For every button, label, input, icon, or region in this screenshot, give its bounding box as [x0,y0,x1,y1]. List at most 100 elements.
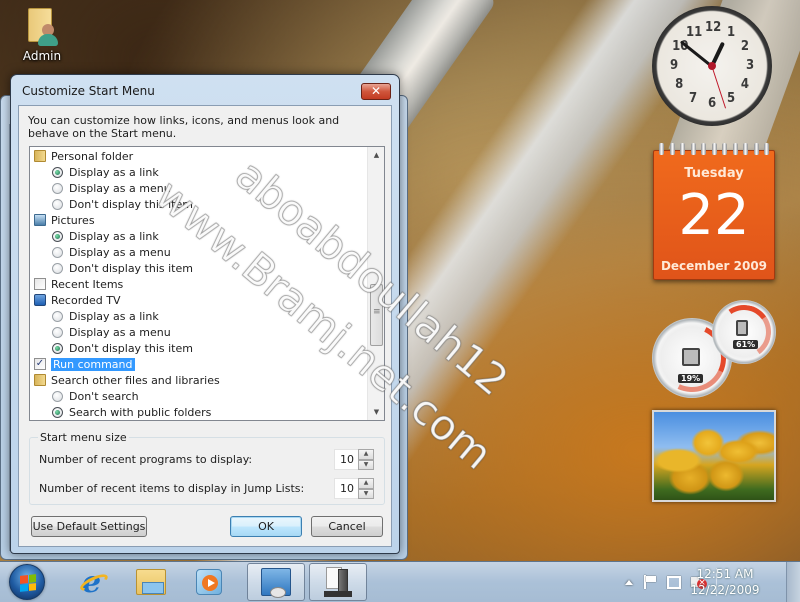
windows-logo-icon [20,574,36,592]
clock-numeral: 4 [740,77,750,92]
recent-programs-label: Number of recent programs to display: [39,452,253,466]
increment-button[interactable]: ▲ [358,449,374,460]
radio-option[interactable]: Display as a link [52,164,159,180]
taskbar-control-panel[interactable] [247,563,305,601]
close-button[interactable]: ✕ [361,83,391,100]
list-item-label: Display as a menu [69,181,171,195]
start-menu-items-list[interactable]: ▲ ▼ Personal folder Display as a link Disp… [29,146,385,421]
cpu-usage-label: 19% [678,374,704,383]
clock-numeral: 5 [727,90,736,106]
list-category: Search other files and libraries [34,372,220,388]
calendar-gadget[interactable]: Tuesday 22 December 2009 [653,143,775,280]
taskbar-media-player[interactable] [180,563,238,601]
radio-unchecked[interactable] [52,246,63,258]
taskbar-server-manager[interactable] [309,563,367,601]
radio-unchecked[interactable] [52,326,63,338]
radio-option[interactable]: Search with public folders [52,404,211,420]
recent-programs-row: Number of recent programs to display: [39,449,252,469]
taskbar-internet-explorer[interactable]: e [64,563,122,601]
list-item-label: Display as a menu [69,325,171,339]
calendar-month-year: December 2009 [660,259,768,273]
radio-option[interactable]: Display as a menu [52,180,171,196]
personal-folder-icon [34,150,46,162]
radio-unchecked[interactable] [52,310,63,322]
clock-numeral: 6 [708,96,717,111]
scroll-down-button[interactable]: ▼ [368,404,384,420]
dialog-description: You can customize how links, icons, and … [28,114,340,140]
radio-unchecked[interactable] [52,198,63,210]
list-item-label: Pictures [51,213,95,227]
calendar-date: 22 [678,183,750,248]
memory-gauge: 61% [712,300,776,364]
radio-unchecked[interactable] [52,182,63,194]
taskbar-windows-explorer[interactable] [122,563,180,601]
decrement-button[interactable]: ▼ [358,459,374,470]
list-item-label: Personal folder [51,149,134,163]
start-menu-size-group: Start menu size Number of recent program… [29,431,385,505]
radio-option[interactable]: Display as a menu [52,244,171,260]
dialog-titlebar[interactable]: Customize Start Menu ✕ [11,75,399,105]
radio-option[interactable]: Display as a menu [52,324,171,340]
jump-list-input[interactable]: 10 [334,478,358,499]
radio-checked[interactable] [52,166,63,178]
start-button[interactable] [9,564,45,600]
windows-explorer-icon [136,569,166,595]
clock-gadget[interactable]: 12 1 2 3 4 5 6 7 8 9 10 11 [652,6,772,126]
use-default-settings-button[interactable]: Use Default Settings [31,516,147,537]
radio-checked[interactable] [52,342,63,354]
decrement-button[interactable]: ▼ [358,488,374,499]
radio-option[interactable]: Don't display this item [52,340,193,356]
checkbox-checked[interactable]: ✓ [34,358,46,370]
clock-numeral: 3 [746,58,755,73]
radio-unchecked[interactable] [52,262,63,274]
group-title: Start menu size [38,431,129,444]
desktop-icon-admin[interactable]: Admin [12,4,72,63]
clock-numeral: 2 [740,39,750,54]
pictures-icon [34,214,46,226]
jump-list-label: Number of recent items to display in Jum… [39,481,305,495]
radio-option[interactable]: Don't display this item [52,196,193,212]
list-item-label: Don't display this item [69,261,193,275]
scroll-thumb[interactable] [370,284,383,346]
radio-checked[interactable] [52,230,63,242]
cancel-button[interactable]: Cancel [311,516,383,537]
list-scrollbar[interactable]: ▲ ▼ [367,147,384,420]
show-desktop-button[interactable] [786,562,800,602]
control-panel-icon [261,568,291,598]
network-icon[interactable] [667,575,681,589]
ok-button[interactable]: OK [230,516,302,537]
jump-list-row: Number of recent items to display in Jum… [39,478,304,498]
radio-option[interactable]: Don't search [52,388,139,404]
list-item-label: Display as a link [69,165,159,179]
clock-center-pin [708,62,716,70]
tray-date: 12/22/2009 [690,583,760,597]
list-category: Pictures [34,212,95,228]
clock-numeral: 8 [675,77,684,92]
radio-checked[interactable] [52,406,63,418]
close-icon: ✕ [370,84,382,98]
taskbar-clock[interactable]: 12:51 AM 12/22/2009 [690,566,760,598]
list-item-label: Run command [51,357,135,371]
scroll-up-button[interactable]: ▲ [368,147,384,163]
dialog-title: Customize Start Menu [22,84,155,98]
jump-list-stepper[interactable]: 10 ▲ ▼ [334,478,374,499]
list-category: Personal folder [34,148,133,164]
search-libraries-icon [34,374,46,386]
user-folder-icon [24,4,60,46]
action-center-flag-icon[interactable] [643,575,657,589]
checkbox-option[interactable]: ✓ Run command [34,356,135,372]
taskbar: e 12:51 AM 12/22/2009 [0,561,800,602]
clock-numeral: 9 [670,58,679,73]
increment-button[interactable]: ▲ [358,478,374,489]
recent-programs-input[interactable]: 10 [334,449,358,470]
list-item-label: Search with public folders [69,405,212,419]
radio-option[interactable]: Don't display this item [52,260,193,276]
radio-option[interactable]: Display as a link [52,228,159,244]
show-hidden-icons-button[interactable] [625,579,633,585]
slideshow-gadget[interactable] [652,410,776,502]
radio-option[interactable]: Display as a link [52,308,159,324]
checkbox-option[interactable]: Recent Items [34,276,123,292]
recent-programs-stepper[interactable]: 10 ▲ ▼ [334,449,374,470]
radio-unchecked[interactable] [52,390,63,402]
checkbox-unchecked[interactable] [34,278,46,290]
